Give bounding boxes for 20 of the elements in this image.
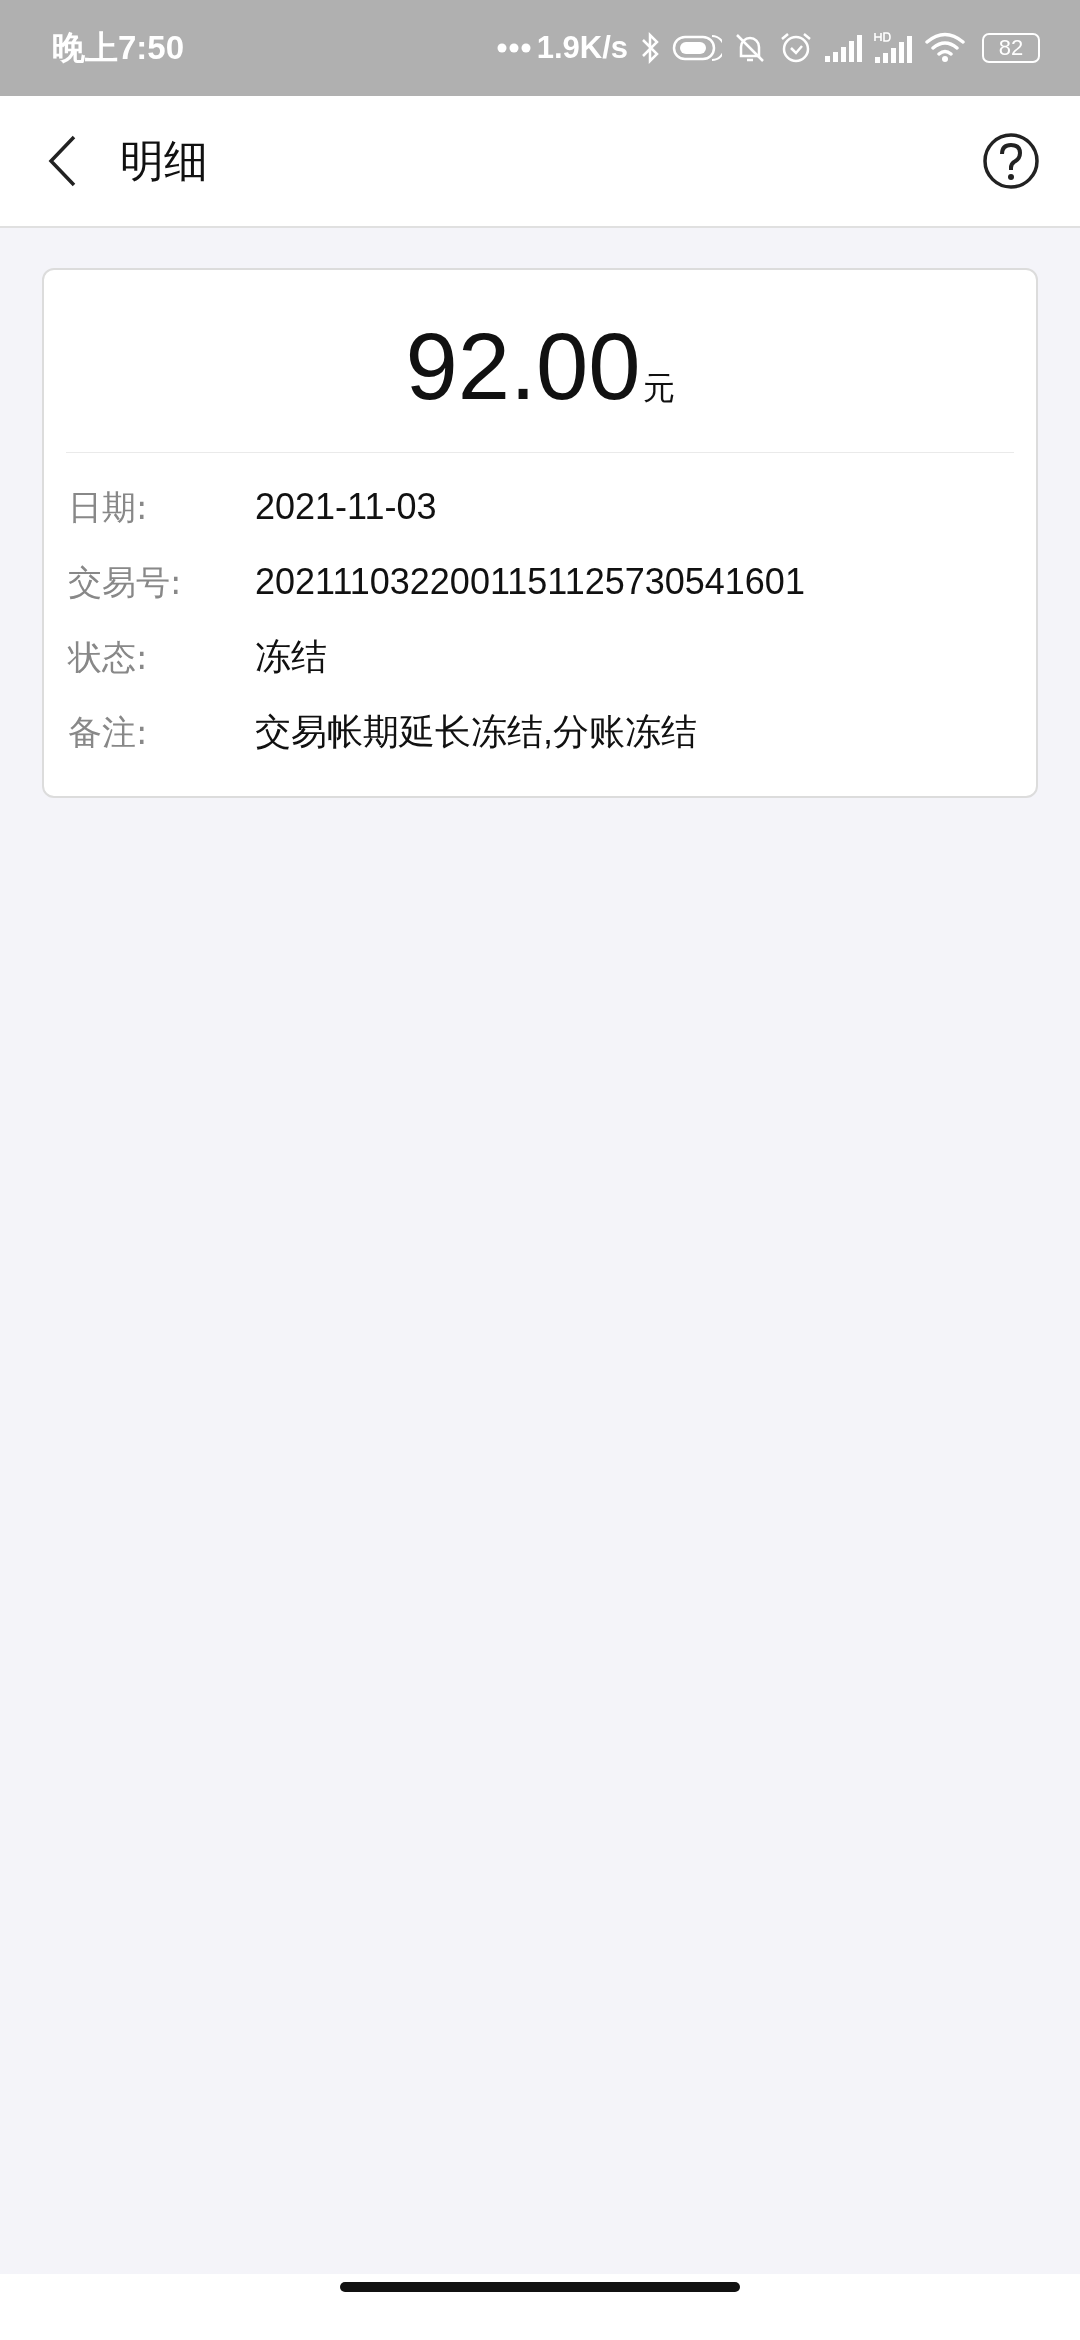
field-value: 2021110322001151125730541601	[255, 560, 805, 604]
wifi-icon	[924, 31, 968, 65]
hd-signal-icon	[874, 31, 914, 65]
field-label: 交易号:	[68, 561, 183, 604]
more-notifications-icon	[496, 43, 531, 53]
help-icon[interactable]	[982, 132, 1040, 190]
network-speed: 1.9K/s	[536, 30, 628, 66]
signal-icon	[824, 32, 864, 64]
field-label: 日期:	[68, 486, 149, 529]
field-value: 2021-11-03	[255, 485, 437, 529]
currency-unit: 元	[642, 368, 675, 409]
status-time: 晚上7:50	[52, 27, 185, 68]
field-label: 备注:	[68, 711, 149, 754]
field-value: 冻结	[255, 635, 327, 679]
page-title: 明细	[120, 133, 209, 188]
field-value: 交易帐期延长冻结,分账冻结	[255, 710, 697, 754]
battery-level: 82	[998, 37, 1024, 59]
amount: 92.00	[405, 320, 641, 414]
toggle-icon	[672, 33, 722, 63]
field-label: 状态:	[68, 636, 149, 679]
